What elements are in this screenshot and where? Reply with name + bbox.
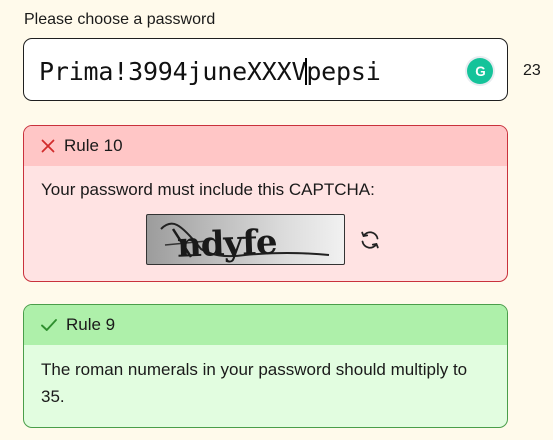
rule-9-card: Rule 9 The roman numerals in your passwo… xyxy=(23,304,508,428)
captcha-image: ndyfe xyxy=(146,214,345,265)
rule-9-description: The roman numerals in your password shou… xyxy=(41,360,468,406)
rule-10-description: Your password must include this CAPTCHA: xyxy=(41,180,375,199)
refresh-icon xyxy=(361,230,379,249)
captcha-row: ndyfe xyxy=(146,214,383,265)
password-prompt-label: Please choose a password xyxy=(24,11,216,28)
captcha-text: ndyfe xyxy=(176,222,277,265)
grammarly-g-glyph: G xyxy=(475,63,485,78)
password-value[interactable]: Prima!3994juneXXXVpepsi xyxy=(39,57,381,87)
password-game-page: Please choose a password Prima!3994juneX… xyxy=(0,0,553,440)
rule-9-header: Rule 9 xyxy=(24,305,507,345)
rule-10-card: Rule 10 Your password must include this … xyxy=(23,125,508,282)
grammarly-icon[interactable]: G xyxy=(467,58,493,84)
password-input[interactable]: Prima!3994juneXXXVpepsi G xyxy=(23,38,508,101)
rule-9-title: Rule 9 xyxy=(66,315,116,334)
password-text-before-caret: Prima!3994juneXXXV xyxy=(39,57,307,86)
password-text-after-caret: pepsi xyxy=(306,57,381,86)
password-length-counter: 23 xyxy=(523,62,541,79)
refresh-captcha-button[interactable] xyxy=(357,227,383,253)
rule-10-title: Rule 10 xyxy=(64,136,123,155)
x-icon xyxy=(41,139,55,153)
check-icon xyxy=(41,319,57,331)
rule-10-header: Rule 10 xyxy=(24,126,507,166)
svg-text:G: G xyxy=(475,63,485,78)
